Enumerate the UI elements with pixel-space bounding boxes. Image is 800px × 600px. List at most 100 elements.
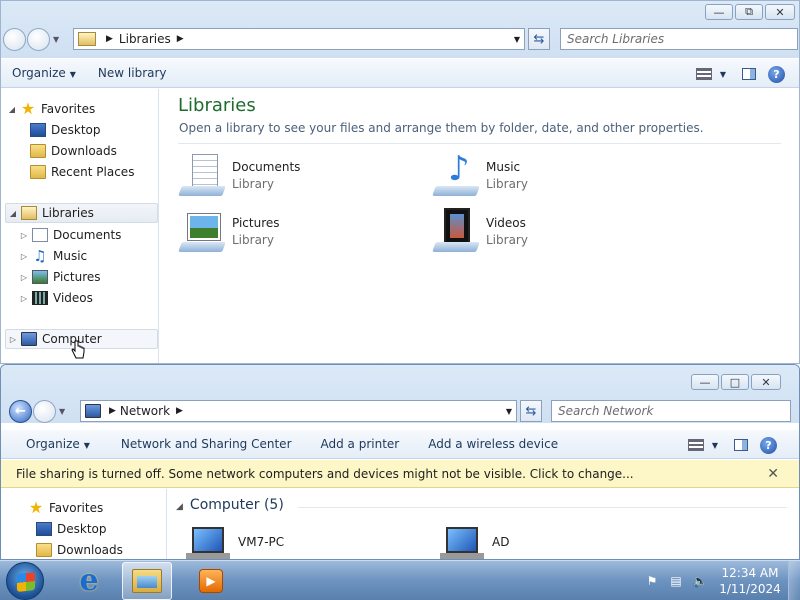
preview-pane-button[interactable]	[742, 68, 756, 80]
star-icon: ★	[20, 99, 36, 118]
collapse-arrow-icon[interactable]: ◢	[176, 502, 183, 512]
address-dropdown-icon[interactable]: ▼	[514, 35, 520, 44]
network-computer-item[interactable]: AD	[440, 525, 509, 559]
network-status-icon[interactable]: ▤	[669, 574, 683, 588]
taskbar-media-player[interactable]: ▶	[186, 562, 236, 600]
sidebar-item-favorites[interactable]: ◢ ★ Favorites	[7, 99, 95, 119]
breadcrumb-arrow-icon[interactable]: ▶	[109, 406, 116, 416]
sidebar-item-videos[interactable]: ▷ Videos	[19, 288, 93, 308]
sidebar-item-recent-places[interactable]: Recent Places	[17, 162, 134, 182]
change-view-icon[interactable]	[695, 68, 712, 80]
forward-button[interactable]	[27, 27, 50, 51]
volume-muted-icon[interactable]: 🔈	[693, 574, 708, 588]
breadcrumb-network[interactable]: Network	[120, 404, 170, 418]
library-tile-documents[interactable]: Documents Library	[178, 149, 300, 201]
add-wireless-device-button[interactable]: Add a wireless device	[410, 437, 569, 451]
close-icon[interactable]: ✕	[767, 466, 779, 482]
downloads-folder-icon	[30, 144, 46, 158]
sidebar-item-desktop[interactable]: Desktop	[33, 519, 107, 539]
restore-button[interactable]: ⧉	[735, 4, 763, 20]
group-header-computer[interactable]: ◢ Computer (5)	[176, 497, 284, 513]
address-bar[interactable]: ▶ Network ▶ ▼	[80, 400, 517, 422]
breadcrumb-arrow-icon[interactable]: ▶	[177, 34, 184, 44]
change-view-icon[interactable]	[687, 439, 704, 451]
search-input[interactable]: Search Libraries	[560, 28, 798, 50]
recent-places-icon	[30, 165, 46, 179]
sidebar-item-desktop[interactable]: Desktop	[17, 120, 101, 140]
show-desktop-button[interactable]	[788, 561, 800, 600]
sidebar-item-music[interactable]: ▷ ♫ Music	[19, 246, 87, 266]
taskbar-windows-explorer[interactable]	[122, 562, 172, 600]
organize-button[interactable]: Organize ▼	[1, 437, 101, 451]
organize-button[interactable]: Organize ▼	[1, 66, 87, 80]
page-subtitle: Open a library to see your files and arr…	[179, 121, 704, 135]
expand-arrow-icon[interactable]: ▷	[19, 273, 29, 282]
preview-pane-button[interactable]	[734, 439, 748, 451]
search-input[interactable]: Search Network	[551, 400, 791, 422]
back-button[interactable]: ←	[9, 399, 32, 423]
refresh-button[interactable]: ⇆	[520, 400, 542, 422]
collapse-arrow-icon[interactable]: ◢	[8, 209, 18, 218]
sidebar-item-libraries[interactable]: ◢ Libraries	[5, 203, 158, 223]
library-tile-pictures[interactable]: Pictures Library	[178, 205, 280, 257]
add-printer-button[interactable]: Add a printer	[303, 437, 411, 451]
caption-buttons: — ⧉ ✕	[705, 4, 795, 20]
info-bar[interactable]: File sharing is turned off. Some network…	[1, 460, 799, 488]
collapse-arrow-icon[interactable]: ◢	[7, 105, 17, 114]
refresh-button[interactable]: ⇆	[528, 28, 550, 50]
recent-pages-dropdown[interactable]: ▼	[53, 35, 59, 44]
sidebar-item-downloads[interactable]: Downloads	[33, 540, 123, 559]
recent-pages-dropdown[interactable]: ▼	[59, 407, 65, 416]
sidebar-item-downloads[interactable]: Downloads	[17, 141, 117, 161]
view-controls: ▼ ?	[695, 59, 799, 89]
minimize-button[interactable]: —	[705, 4, 733, 20]
organize-label: Organize	[12, 66, 66, 80]
computer-icon	[440, 525, 484, 559]
address-bar[interactable]: ▶ Libraries ▶ ▼	[73, 28, 525, 50]
pictures-icon	[32, 270, 48, 284]
forward-button[interactable]	[33, 399, 56, 423]
command-bar: Organize ▼ New library ▼ ?	[1, 58, 799, 88]
back-button[interactable]	[3, 27, 26, 51]
network-sharing-center-button[interactable]: Network and Sharing Center	[101, 437, 303, 451]
videos-filmstrip-icon	[32, 291, 48, 305]
new-library-button[interactable]: New library	[87, 66, 178, 80]
start-button[interactable]	[6, 562, 44, 600]
library-type: Library	[232, 176, 274, 191]
view-options-dropdown[interactable]: ▼	[716, 70, 730, 79]
close-button[interactable]: ✕	[765, 4, 795, 20]
group-title: Computer (5)	[189, 497, 284, 513]
taskbar-internet-explorer[interactable]: e	[64, 562, 114, 600]
navigation-pane: ★ Favorites Desktop Downloads	[1, 489, 167, 559]
expand-arrow-icon[interactable]: ▷	[19, 231, 29, 240]
close-button[interactable]: ✕	[751, 374, 781, 390]
maximize-button[interactable]: □	[721, 374, 749, 390]
sidebar-item-pictures[interactable]: ▷ Pictures	[19, 267, 101, 287]
desktop-icon	[36, 522, 52, 536]
action-center-flag-icon[interactable]: ⚑	[645, 574, 659, 588]
breadcrumb-arrow-icon[interactable]: ▶	[106, 34, 113, 44]
sidebar-label: Downloads	[51, 144, 117, 158]
expand-arrow-icon[interactable]: ▷	[8, 335, 18, 344]
divider	[298, 507, 787, 508]
network-computer-item[interactable]: VM7-PC	[186, 525, 284, 559]
system-clock[interactable]: 12:34 AM 1/11/2024	[718, 565, 782, 597]
breadcrumb-arrow-icon[interactable]: ▶	[176, 406, 183, 416]
help-icon[interactable]: ?	[768, 65, 785, 83]
sidebar-label: Favorites	[49, 501, 104, 515]
desktop-icon	[30, 123, 46, 137]
address-dropdown-icon[interactable]: ▼	[506, 407, 512, 416]
sidebar-label: Recent Places	[51, 165, 135, 179]
help-icon[interactable]: ?	[760, 436, 777, 454]
expand-arrow-icon[interactable]: ▷	[19, 294, 29, 303]
view-options-dropdown[interactable]: ▼	[708, 441, 722, 450]
minimize-button[interactable]: —	[691, 374, 719, 390]
sidebar-item-documents[interactable]: ▷ Documents	[19, 225, 121, 245]
sidebar-label: Music	[53, 249, 88, 263]
sidebar-item-favorites[interactable]: ★ Favorites	[25, 498, 103, 518]
breadcrumb-libraries[interactable]: Libraries	[119, 32, 171, 46]
expand-arrow-icon[interactable]: ▷	[19, 252, 29, 261]
divider	[178, 143, 781, 144]
library-tile-music[interactable]: ♪ Music Library	[432, 149, 528, 201]
library-tile-videos[interactable]: Videos Library	[432, 205, 528, 257]
